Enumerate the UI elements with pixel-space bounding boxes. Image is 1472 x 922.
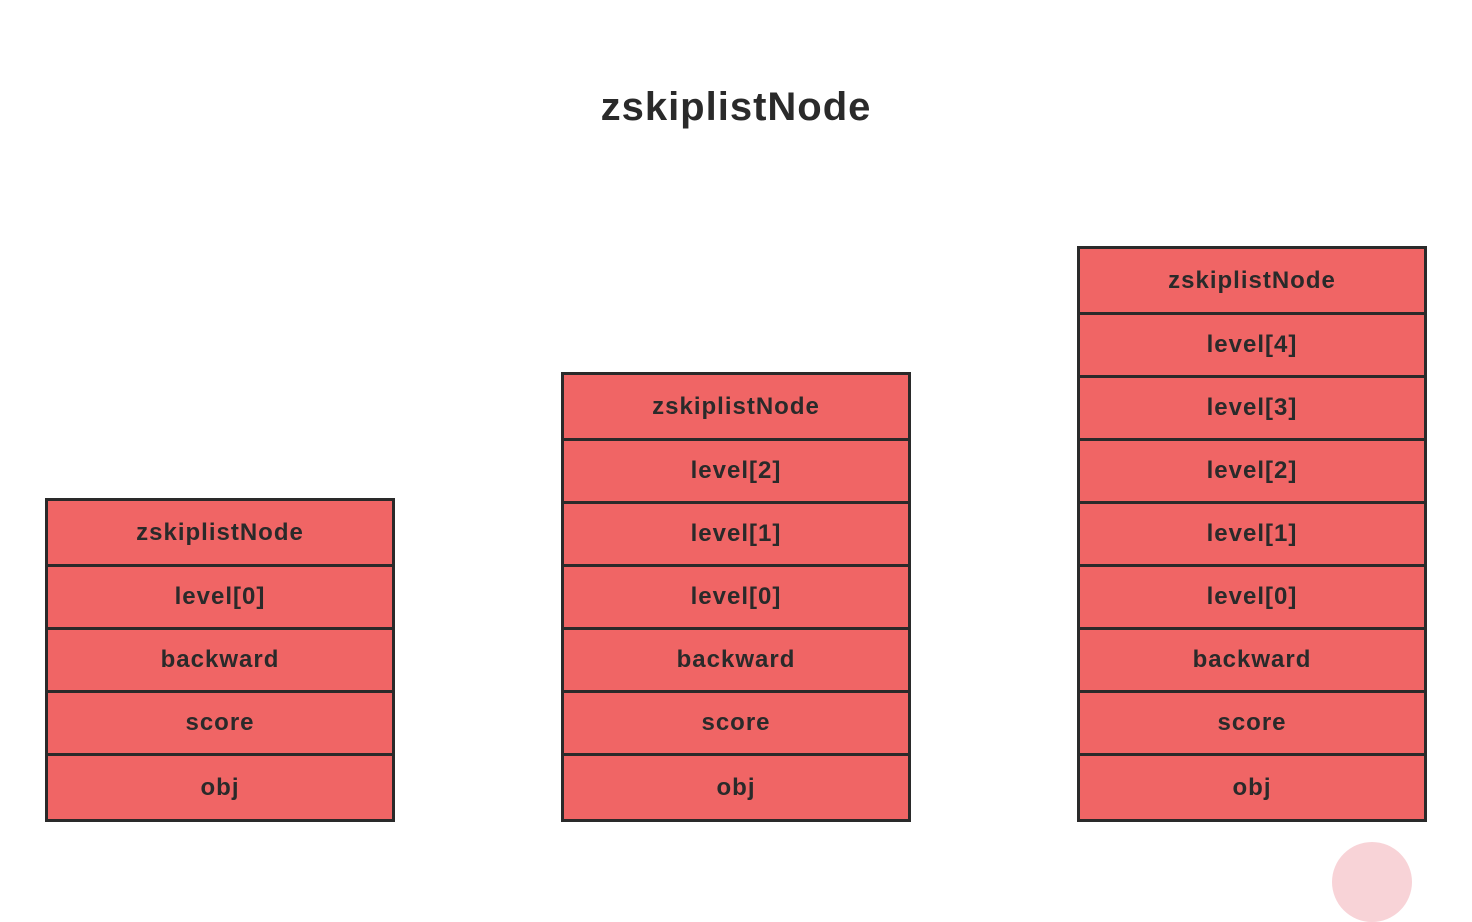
node-cell: level[2] xyxy=(564,441,908,504)
node-cell: level[0] xyxy=(1080,567,1424,630)
diagram-title: zskiplistNode xyxy=(0,85,1472,130)
node-cell: level[3] xyxy=(1080,378,1424,441)
nodes-container: zskiplistNode level[0] backward score ob… xyxy=(45,246,1427,822)
node-cell: score xyxy=(564,693,908,756)
node-cell: obj xyxy=(1080,756,1424,819)
node-cell: backward xyxy=(1080,630,1424,693)
node-cell: obj xyxy=(48,756,392,819)
node-cell: score xyxy=(48,693,392,756)
node-cell: level[1] xyxy=(564,504,908,567)
skiplist-node-1: zskiplistNode level[2] level[1] level[0]… xyxy=(561,372,911,822)
node-cell: level[1] xyxy=(1080,504,1424,567)
node-cell: level[0] xyxy=(564,567,908,630)
skiplist-node-0: zskiplistNode level[0] backward score ob… xyxy=(45,498,395,822)
node-header: zskiplistNode xyxy=(48,501,392,567)
node-cell: backward xyxy=(564,630,908,693)
node-cell: backward xyxy=(48,630,392,693)
decorative-circle xyxy=(1332,842,1412,922)
node-cell: level[4] xyxy=(1080,315,1424,378)
node-cell: obj xyxy=(564,756,908,819)
node-cell: level[0] xyxy=(48,567,392,630)
node-header: zskiplistNode xyxy=(564,375,908,441)
node-header: zskiplistNode xyxy=(1080,249,1424,315)
node-cell: level[2] xyxy=(1080,441,1424,504)
node-cell: score xyxy=(1080,693,1424,756)
skiplist-node-2: zskiplistNode level[4] level[3] level[2]… xyxy=(1077,246,1427,822)
